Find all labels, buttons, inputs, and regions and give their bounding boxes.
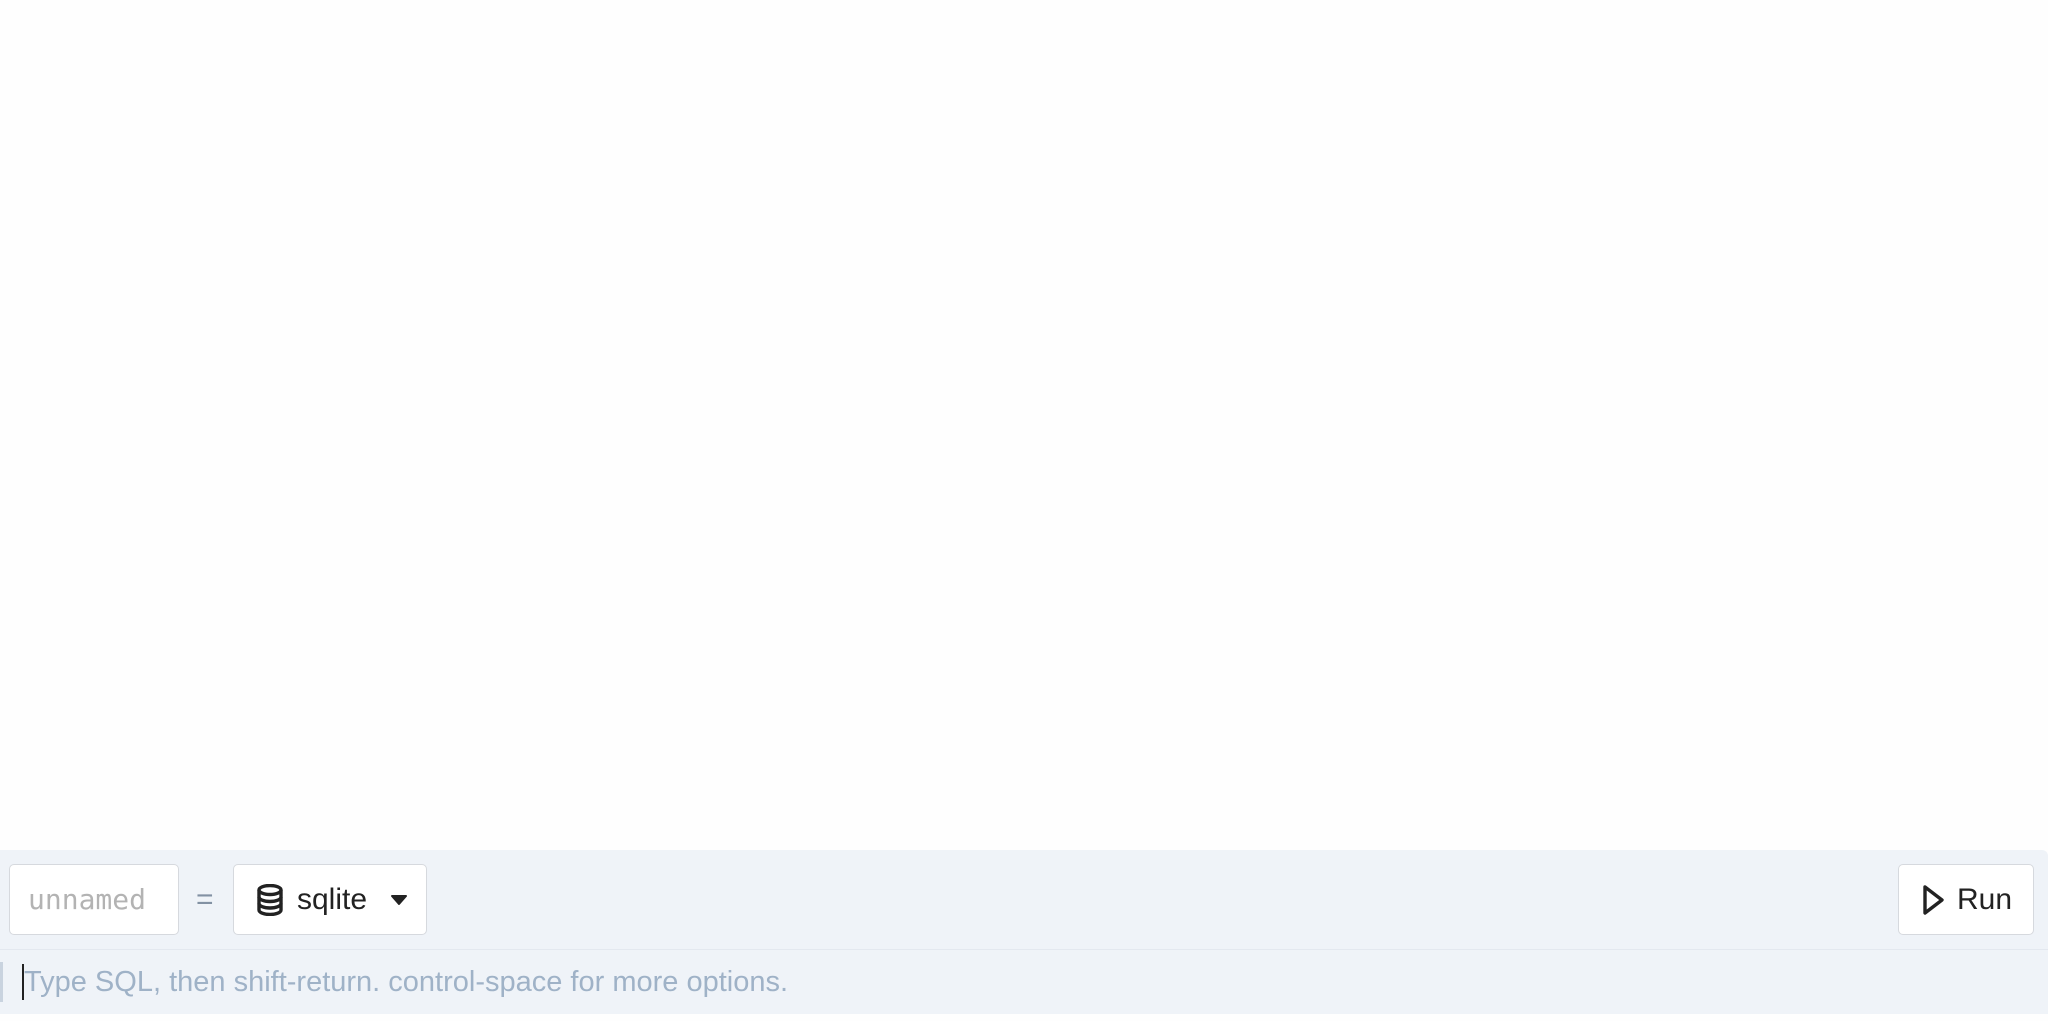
cell-name-input[interactable] (9, 864, 179, 935)
database-select-label: sqlite (297, 882, 368, 916)
run-button[interactable]: Run (1898, 864, 2034, 935)
cell-toolbar: = sqlite (0, 850, 2048, 950)
database-select[interactable]: sqlite (233, 864, 427, 935)
sql-editor[interactable]: Type SQL, then shift-return. control-spa… (0, 950, 2048, 1014)
editor-gutter-bar (0, 962, 3, 1002)
equals-sign: = (196, 883, 214, 916)
play-icon (1921, 883, 1945, 917)
sql-editor-placeholder: Type SQL, then shift-return. control-spa… (24, 966, 789, 998)
run-button-label: Run (1957, 882, 2013, 916)
notebook-page: = sqlite (0, 0, 2048, 1021)
output-area (0, 0, 2048, 850)
caret-down-icon (390, 893, 408, 907)
sql-cell: = sqlite (0, 850, 2048, 1014)
database-icon (256, 883, 284, 916)
